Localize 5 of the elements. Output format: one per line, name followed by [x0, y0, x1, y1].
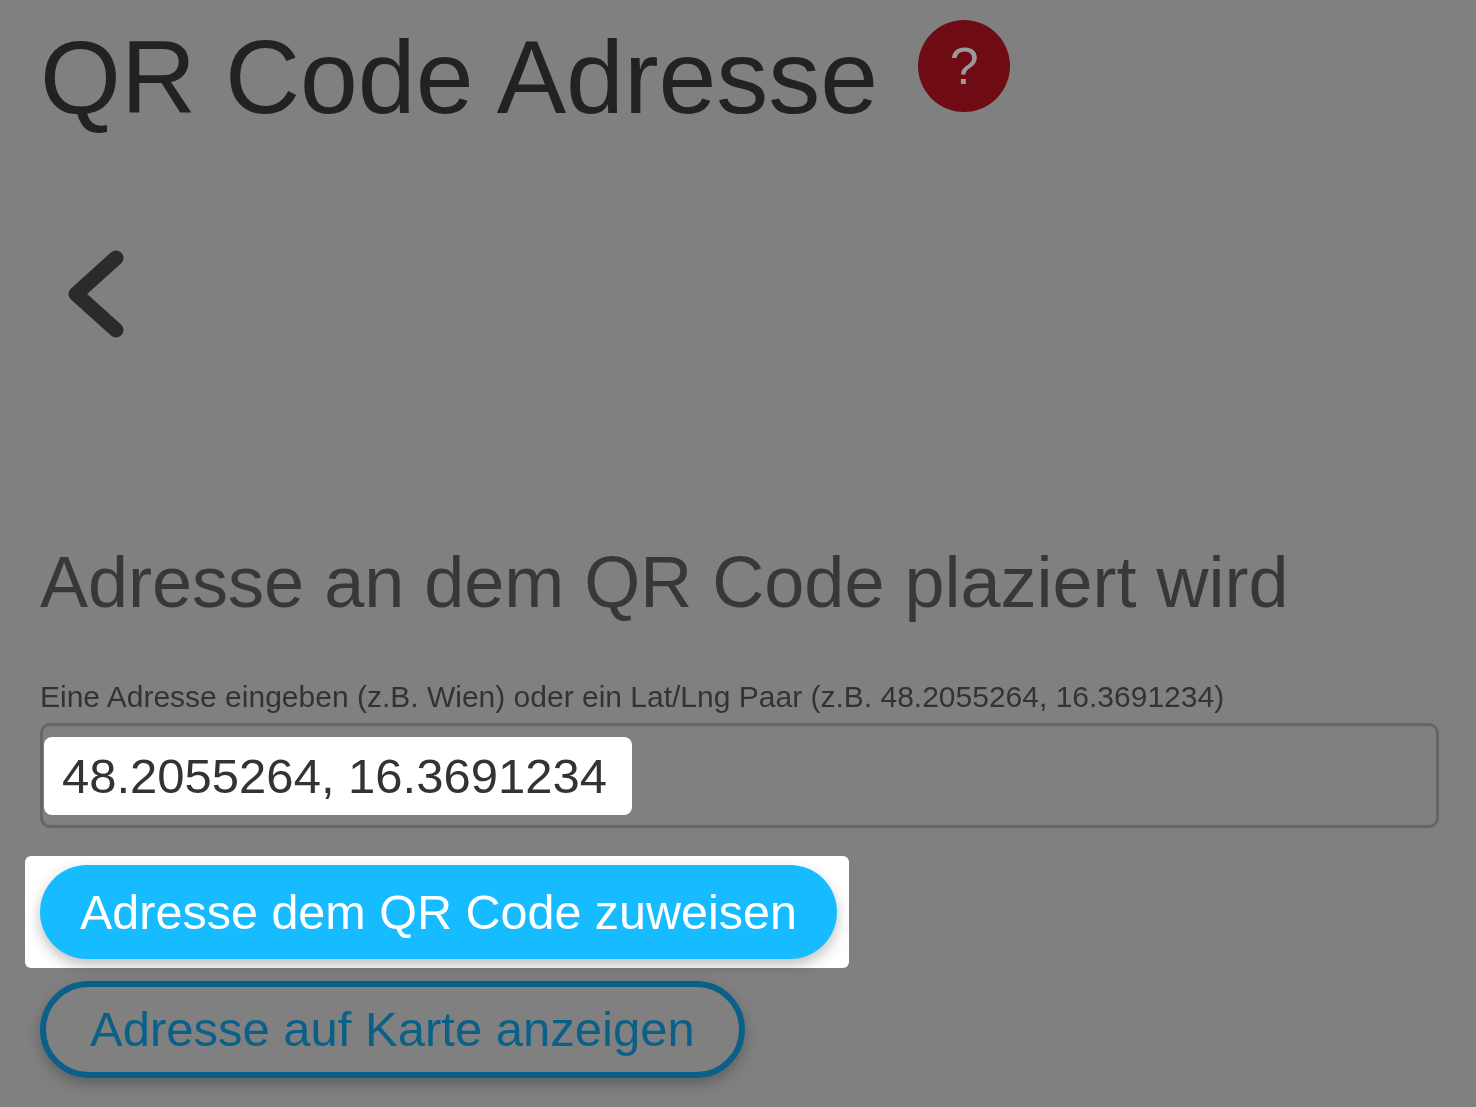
back-chevron-icon[interactable] [66, 250, 124, 338]
assign-button[interactable]: Adresse dem QR Code zuweisen [40, 865, 838, 959]
field-label: Eine Adresse eingeben (z.B. Wien) oder ein Lat/Lng Paar (z.B. 48.2055264, 16.3691234) [40, 682, 1225, 712]
help-button[interactable]: ? [918, 20, 1011, 112]
address-input[interactable]: 48.2055264, 16.3691234 [44, 737, 632, 815]
